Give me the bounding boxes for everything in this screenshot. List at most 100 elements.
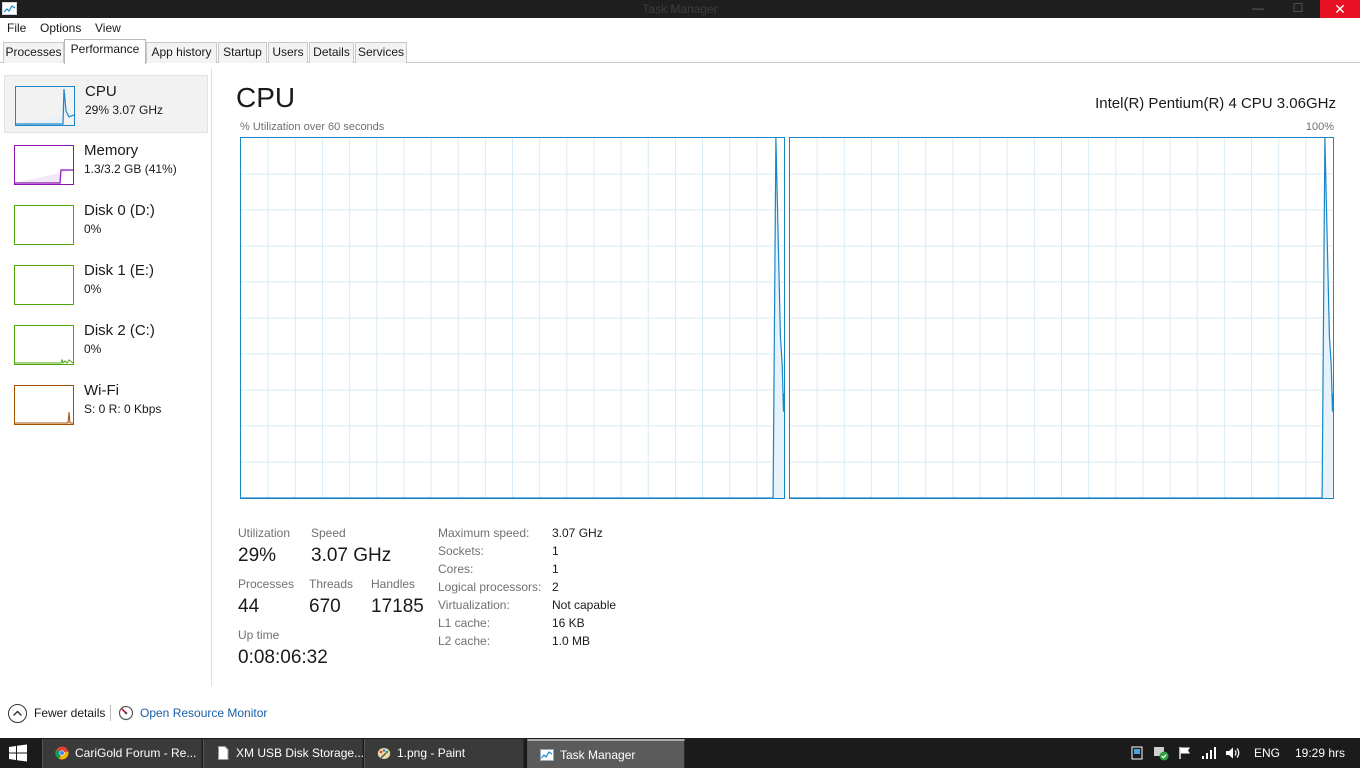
sidebar-item-disk-1[interactable]: Disk 1 (E:) 0% <box>4 255 208 313</box>
detail-value: 1 <box>552 544 559 558</box>
speed-label: Speed <box>311 526 346 540</box>
sidebar-item-memory[interactable]: Memory 1.3/3.2 GB (41%) <box>4 135 208 193</box>
tab-startup[interactable]: Startup <box>218 42 267 63</box>
open-resource-monitor-link[interactable]: Open Resource Monitor <box>140 706 267 720</box>
menu-file[interactable]: File <box>7 21 26 35</box>
taskbar-item-paint[interactable]: 1.png - Paint <box>364 739 524 768</box>
tab-strip: Processes Performance App history Startu… <box>0 38 1360 64</box>
cpu-thumbnail-graph <box>15 86 75 126</box>
tab-processes[interactable]: Processes <box>3 42 64 63</box>
tab-services[interactable]: Services <box>355 42 407 63</box>
detail-label: Sockets: <box>438 544 485 558</box>
taskbar-clock[interactable]: 19:29 hrs <box>1295 746 1345 760</box>
threads-value: 670 <box>309 596 341 617</box>
processes-label: Processes <box>238 577 295 591</box>
sidebar-item-wifi[interactable]: Wi-Fi S: 0 R: 0 Kbps <box>4 375 208 433</box>
uptime-label: Up time <box>238 628 280 642</box>
menu-view[interactable]: View <box>95 21 121 35</box>
detail-value: 2 <box>552 580 559 594</box>
sidebar-item-label: Disk 2 (C:) <box>84 322 155 339</box>
footer-separator <box>110 705 111 721</box>
cpu-graph-logical-1 <box>789 137 1334 499</box>
task-manager-icon <box>540 748 554 762</box>
window-title: Task Manager <box>642 2 718 16</box>
detail-label: Maximum speed: <box>438 526 530 540</box>
sidebar-item-value: 29% 3.07 GHz <box>85 103 164 117</box>
detail-value: 3.07 GHz <box>552 526 603 540</box>
resource-monitor-icon[interactable] <box>118 705 134 721</box>
chevron-up-icon[interactable] <box>8 704 27 723</box>
detail-label: Logical processors: <box>438 580 542 594</box>
close-button[interactable]: ✕ <box>1320 0 1360 18</box>
taskbar-item-browser[interactable]: CariGold Forum - Re... <box>42 739 202 768</box>
memory-thumbnail-graph <box>14 145 74 185</box>
taskbar-item-task-manager[interactable]: Task Manager <box>527 739 685 768</box>
chrome-icon <box>55 746 69 760</box>
sidebar-item-label: Memory <box>84 142 139 159</box>
title-bar: Task Manager — ☐ ✕ <box>0 0 1360 18</box>
processes-value: 44 <box>238 596 260 617</box>
detail-label: Cores: <box>438 562 474 576</box>
tab-users[interactable]: Users <box>268 42 308 63</box>
minimize-button[interactable]: — <box>1244 0 1272 18</box>
disk-0-thumbnail-graph <box>14 205 74 245</box>
detail-value: 16 KB <box>552 616 585 630</box>
wifi-thumbnail-graph <box>14 385 74 425</box>
graph-max-label: 100% <box>1305 121 1334 133</box>
detail-value: 1.0 MB <box>552 634 591 648</box>
menu-bar: File Options View <box>0 18 1360 38</box>
tab-performance[interactable]: Performance <box>64 39 146 64</box>
detail-value: 1 <box>552 562 559 576</box>
detail-label: L2 cache: <box>438 634 491 648</box>
tab-details[interactable]: Details <box>309 42 354 63</box>
taskbar-item-label: XM USB Disk Storage... <box>236 746 365 760</box>
processor-name: Intel(R) Pentium(R) 4 CPU 3.06GHz <box>1095 95 1336 112</box>
detail-value: Not capable <box>552 598 617 612</box>
sidebar-item-value: 1.3/3.2 GB (41%) <box>84 162 177 176</box>
sidebar-item-disk-2[interactable]: Disk 2 (C:) 0% <box>4 315 208 373</box>
sidebar-item-value: 0% <box>84 222 102 236</box>
taskbar-item-document[interactable]: XM USB Disk Storage... <box>203 739 365 768</box>
sidebar-item-label: Disk 0 (D:) <box>84 202 155 219</box>
paint-icon <box>377 746 391 760</box>
taskbar: CariGold Forum - Re... XM USB Disk Stora… <box>0 738 1360 768</box>
cpu-graph-svg-0 <box>241 138 784 498</box>
fewer-details-link[interactable]: Fewer details <box>34 706 105 720</box>
language-indicator[interactable]: ENG <box>1254 746 1280 760</box>
security-shield-icon[interactable] <box>1153 745 1169 764</box>
tab-app-history[interactable]: App history <box>146 42 217 63</box>
action-center-flag-icon[interactable] <box>1178 746 1192 763</box>
sidebar-item-value: 0% <box>84 342 102 356</box>
taskbar-item-label: Task Manager <box>560 748 636 762</box>
document-icon <box>216 746 230 760</box>
sidebar-item-value: 0% <box>84 282 102 296</box>
taskbar-item-label: 1.png - Paint <box>397 746 466 760</box>
menu-options[interactable]: Options <box>40 21 81 35</box>
sidebar-divider <box>211 68 212 686</box>
uptime-value: 0:08:06:32 <box>238 647 328 668</box>
network-signal-icon[interactable] <box>1201 746 1217 763</box>
sidebar-item-value: S: 0 R: 0 Kbps <box>84 402 162 416</box>
sidebar-item-label: Wi-Fi <box>84 382 119 399</box>
notification-tray-icon[interactable] <box>1130 746 1144 763</box>
sidebar-item-cpu[interactable]: CPU 29% 3.07 GHz <box>4 75 208 133</box>
handles-value: 17185 <box>371 596 424 617</box>
page-title: CPU <box>236 82 296 113</box>
disk-2-thumbnail-graph <box>14 325 74 365</box>
speed-value: 3.07 GHz <box>311 545 392 566</box>
maximize-button[interactable]: ☐ <box>1284 0 1312 18</box>
sidebar-item-label: Disk 1 (E:) <box>84 262 155 279</box>
utilization-value: 29% <box>238 545 277 566</box>
threads-label: Threads <box>309 577 354 591</box>
cpu-graph-svg-1 <box>790 138 1333 498</box>
volume-icon[interactable] <box>1225 746 1241 763</box>
graph-caption: % Utilization over 60 seconds <box>240 121 385 133</box>
handles-label: Handles <box>371 577 416 591</box>
cpu-graph-logical-0 <box>240 137 785 499</box>
sidebar-item-disk-0[interactable]: Disk 0 (D:) 0% <box>4 195 208 253</box>
utilization-label: Utilization <box>238 526 291 540</box>
detail-label: L1 cache: <box>438 616 491 630</box>
detail-label: Virtualization: <box>438 598 510 612</box>
disk-1-thumbnail-graph <box>14 265 74 305</box>
windows-start-icon[interactable] <box>8 744 28 762</box>
